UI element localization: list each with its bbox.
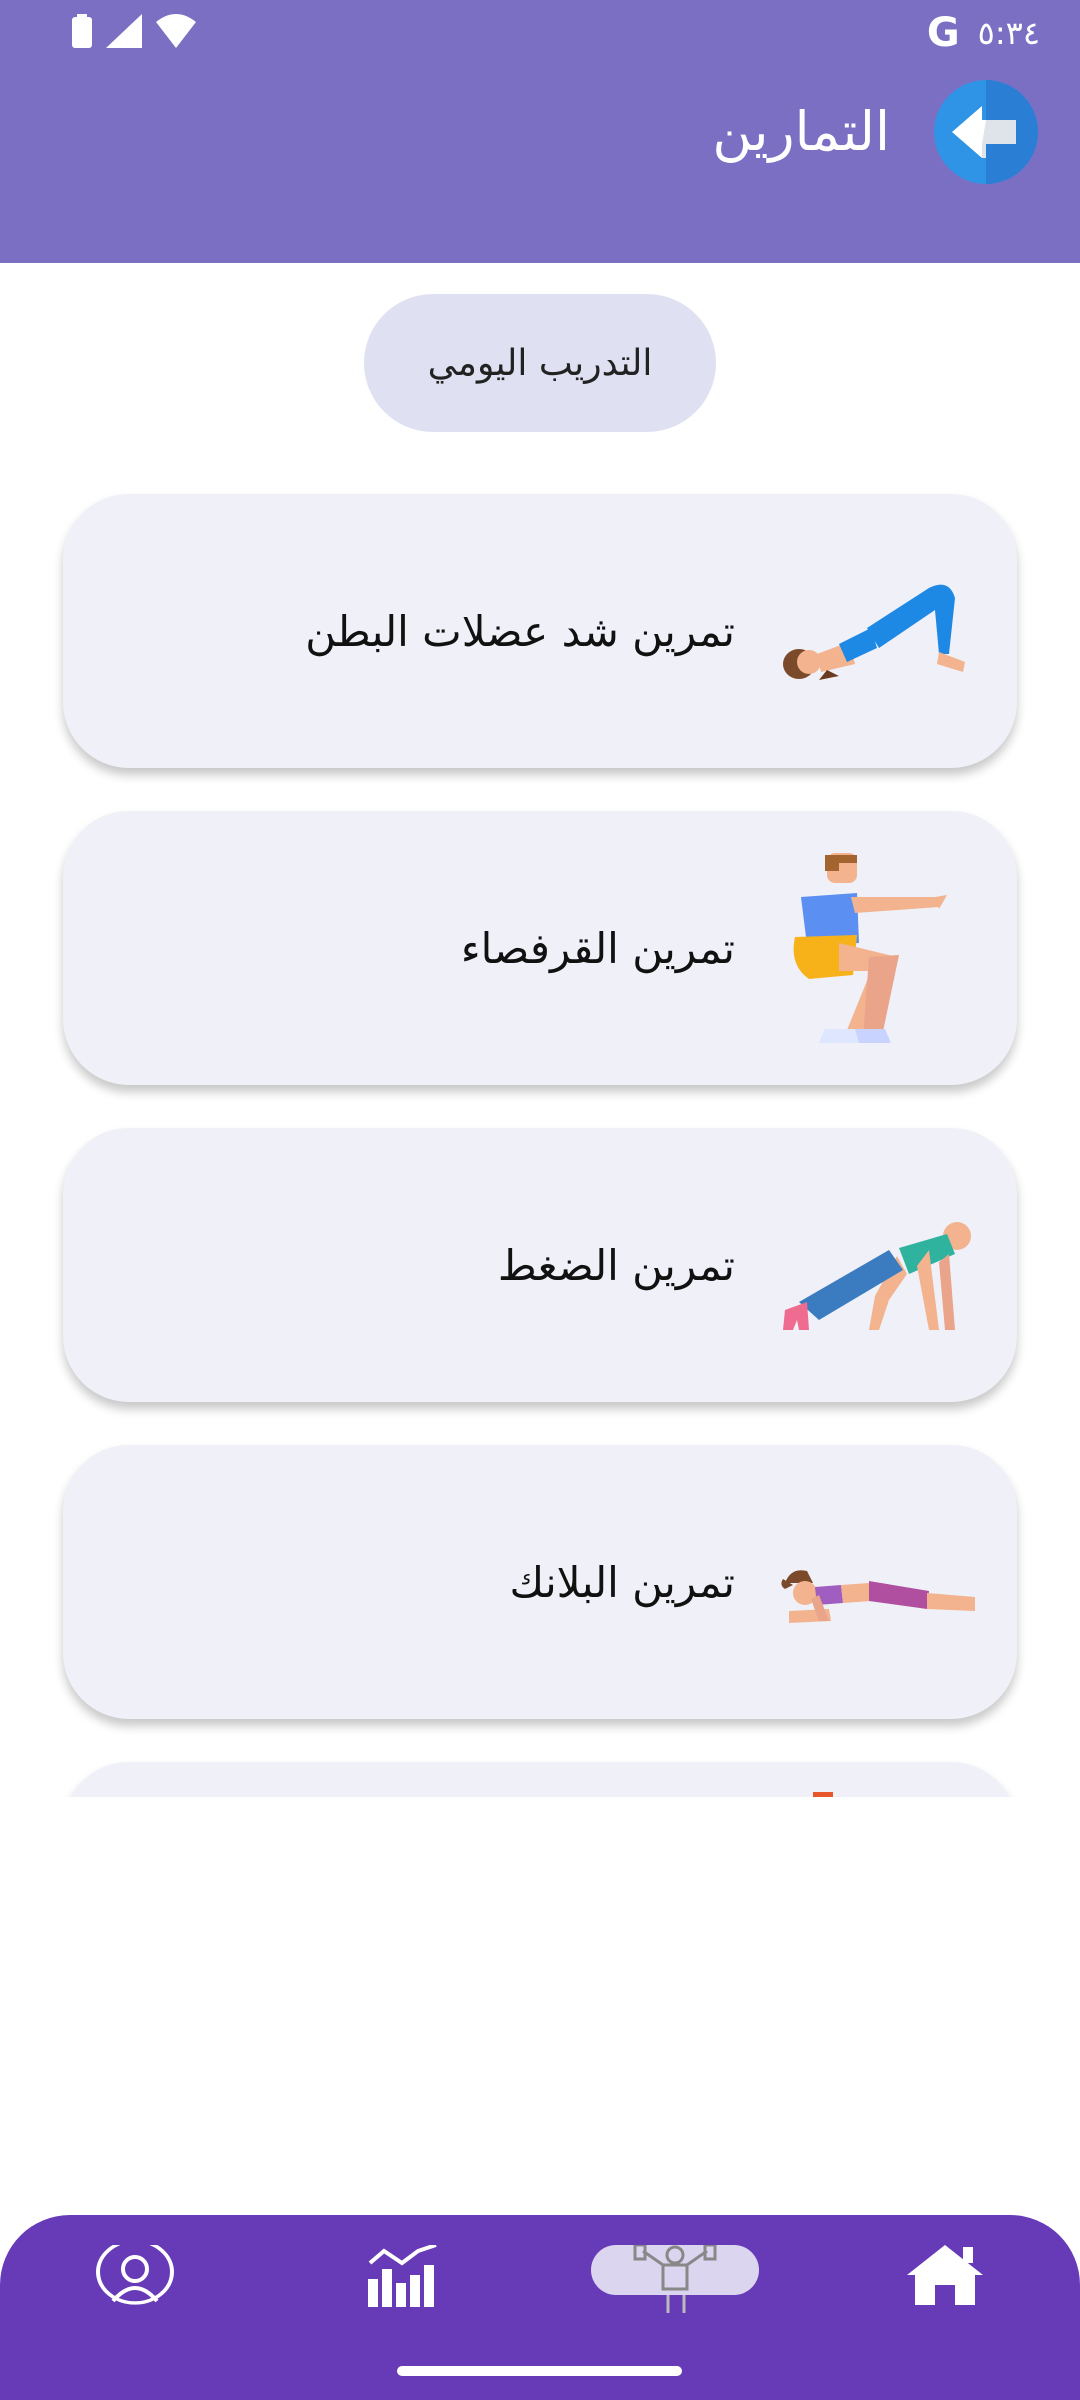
exercise-list: تمرين شد عضلات البطن تمرين القرفصاء تمري… — [0, 0, 1080, 1797]
plank-figure-icon — [781, 1570, 975, 1623]
gesture-home-indicator[interactable] — [397, 2366, 682, 2376]
home-icon[interactable] — [905, 2243, 985, 2305]
exercise-label: تمرين البلانك — [509, 1557, 735, 1607]
exercise-card-abs[interactable]: تمرين شد عضلات البطن — [63, 494, 1017, 768]
exercises-screen: G ٥:٣٤ التمارين التدريب اليومي تمرين شد … — [0, 0, 1080, 2400]
workout-icon-legs — [666, 2295, 686, 2313]
exercise-card-squat[interactable]: تمرين القرفصاء — [63, 811, 1017, 1085]
exercise-card-next[interactable] — [63, 1762, 1017, 1797]
squat-figure-icon — [793, 853, 947, 1043]
glute-bridge-figure-icon — [783, 584, 965, 680]
next-figure-icon — [813, 1792, 833, 1797]
stats-chart-icon[interactable] — [366, 2245, 442, 2307]
exercise-label: تمرين شد عضلات البطن — [305, 606, 735, 656]
nav-item-workout-active[interactable] — [591, 2245, 759, 2295]
exercise-label: تمرين الضغط — [497, 1240, 735, 1290]
pushup-figure-icon — [783, 1222, 971, 1330]
exercise-card-plank[interactable]: تمرين البلانك — [63, 1445, 1017, 1719]
workout-icon — [633, 2245, 717, 2291]
profile-icon[interactable] — [94, 2245, 176, 2309]
exercise-label: تمرين القرفصاء — [460, 923, 735, 973]
exercise-card-pushup[interactable]: تمرين الضغط — [63, 1128, 1017, 1402]
